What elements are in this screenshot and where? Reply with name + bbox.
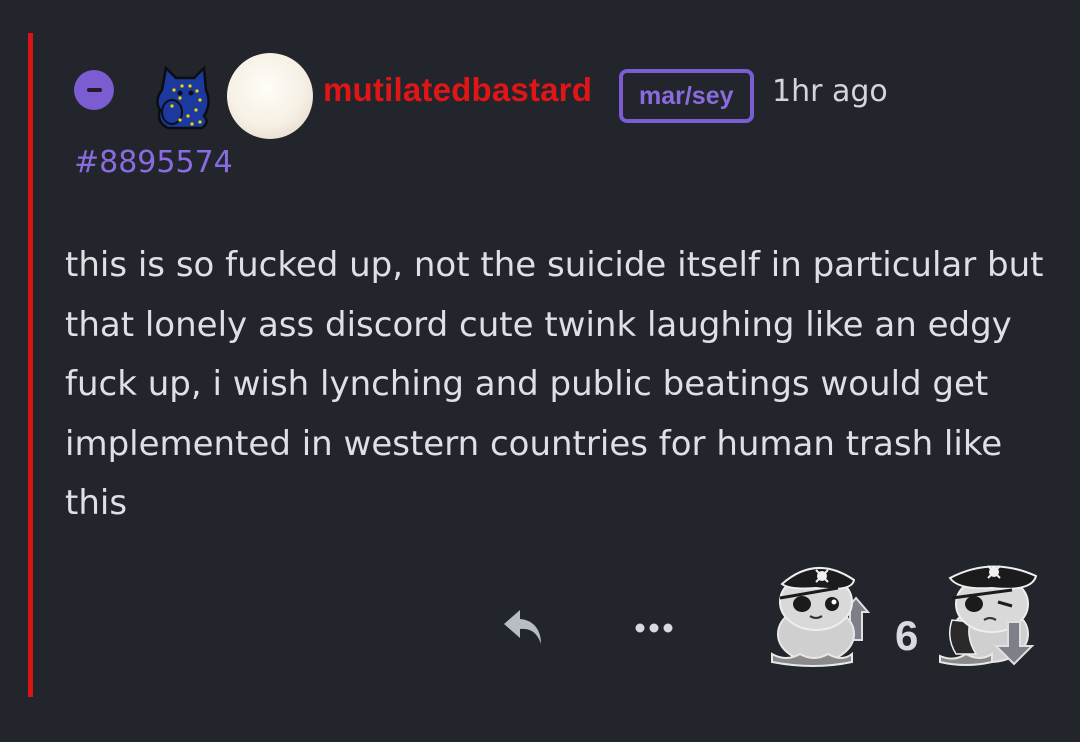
pirate-cat-upvote-icon[interactable] [766,558,886,674]
eu-flag-cat-badge-icon [150,60,222,136]
timestamp: 1hr ago [772,74,888,109]
collapse-icon[interactable] [74,70,114,110]
vote-score: 6 [895,612,919,659]
username[interactable]: mutilatedbastard [323,71,592,109]
more-options-icon[interactable] [632,618,680,638]
post-id-link[interactable]: #8895574 [74,145,233,180]
pirate-cat-downvote-icon[interactable] [936,558,1056,674]
avatar[interactable] [227,53,313,139]
reply-icon[interactable] [500,606,548,650]
thread-line[interactable] [28,33,33,697]
pronouns-badge: mar/sey [619,69,754,123]
comment-body: this is so fucked up, not the suicide it… [65,245,1044,523]
